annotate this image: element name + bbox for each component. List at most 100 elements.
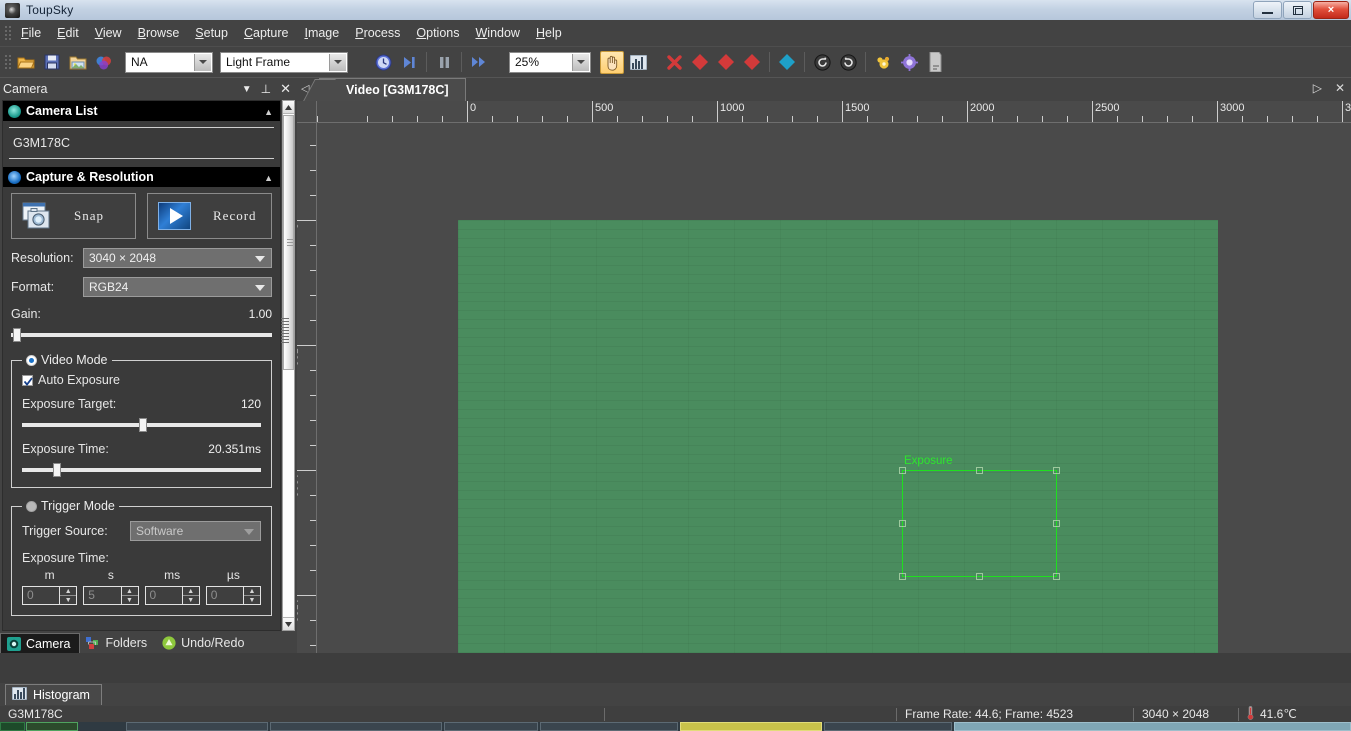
histogram-icon[interactable] [626,51,650,74]
menu-grip-handle[interactable] [3,24,11,42]
trigger-unit-value-0[interactable]: 0 [23,587,59,604]
stepper-down-icon[interactable]: ▼ [244,596,260,604]
close-button[interactable]: × [1313,1,1349,19]
roi-handle-e[interactable] [1053,519,1060,527]
live-video-image[interactable]: Exposure [458,220,1218,653]
rotate-left-icon[interactable] [810,51,834,74]
roi-handle-nw[interactable] [899,467,906,474]
menu-item-window[interactable]: Window [467,23,527,43]
roi-handle-w[interactable] [899,519,906,527]
red-x-icon[interactable] [662,51,686,74]
play-step-icon[interactable] [397,51,421,74]
capture-group-header[interactable]: Capture & Resolution ▲ [3,167,280,187]
exposure-roi-box[interactable]: Exposure [899,455,1060,580]
close-icon[interactable]: ✕ [280,81,291,97]
auto-exposure-row[interactable]: Auto Exposure [22,373,261,387]
red-diamond-icon[interactable] [740,51,764,74]
camera-list-group-header[interactable]: Camera List ▲ [3,101,280,121]
roi-handle-sw[interactable] [899,573,906,580]
menu-item-view[interactable]: View [87,23,130,43]
trigger-unit-spinbox-2[interactable]: 0 ▲ ▼ [144,586,200,605]
video-mode-legend[interactable]: Video Mode [22,353,112,367]
stepper-down-icon[interactable]: ▼ [60,596,76,604]
roi-handle-ne[interactable] [1053,467,1060,474]
trigger-unit-value-2[interactable]: 0 [146,587,182,604]
menu-item-file[interactable]: File [13,23,49,43]
menu-item-edit[interactable]: Edit [49,23,87,43]
trigger-unit-spinbox-0[interactable]: 0 ▲ ▼ [22,586,78,605]
fast-forward-icon[interactable] [467,51,491,74]
exposure-time-slider-thumb[interactable] [53,463,62,477]
chevron-right-icon[interactable]: ▷ [1313,81,1322,95]
camera-list-item-0[interactable]: G3M178C [3,130,280,156]
open-folder-icon[interactable] [14,51,38,74]
rotate-right-icon[interactable] [836,51,860,74]
taskbar-item-2[interactable] [126,722,268,731]
trigger-mode-legend[interactable]: Trigger Mode [22,499,119,513]
taskbar-start[interactable] [0,722,25,731]
trigger-unit-stepper-3[interactable]: ▲ ▼ [243,587,260,604]
resolution-combo[interactable]: 3040 × 2048 [83,248,272,268]
color-balance-icon[interactable] [92,51,116,74]
toolbar-grip-handle[interactable] [3,53,11,71]
dock-tab-undo-redo[interactable]: Undo/Redo [156,633,253,653]
zoom-combo[interactable]: 25% [509,51,591,73]
settings-panel-icon[interactable] [923,51,947,74]
taskbar-item-6[interactable] [824,722,952,731]
format-combo[interactable]: RGB24 [83,277,272,297]
dock-tab-folders[interactable]: Folders [80,633,156,653]
yellow-gear-icon[interactable] [871,51,895,74]
stepper-up-icon[interactable]: ▲ [182,587,199,596]
trigger-unit-value-1[interactable]: 5 [84,587,120,604]
trigger-unit-value-3[interactable]: 0 [207,587,243,604]
menu-item-options[interactable]: Options [408,23,467,43]
binning-combo[interactable]: NA [125,51,213,73]
roi-handle-s[interactable] [975,573,983,580]
roi-handle-n[interactable] [975,467,983,474]
trigger-unit-spinbox-3[interactable]: 0 ▲ ▼ [205,586,261,605]
dock-vertical-scrollbar[interactable] [282,100,295,631]
trigger-unit-spinbox-1[interactable]: 5 ▲ ▼ [83,586,139,605]
save-disk-icon[interactable] [40,51,64,74]
taskbar-tray[interactable] [954,722,1351,731]
scroll-down-arrow[interactable] [283,617,294,630]
stepper-down-icon[interactable]: ▼ [183,596,199,604]
red-diamond-icon[interactable] [714,51,738,74]
minimize-button[interactable] [1253,1,1282,19]
collapse-icon[interactable]: ▲ [264,173,273,183]
exposure-target-slider-thumb[interactable] [139,418,148,432]
restore-button[interactable] [1283,1,1312,19]
exposure-time-slider[interactable] [22,463,261,477]
exposure-target-slider[interactable] [22,418,261,432]
menu-item-process[interactable]: Process [347,23,408,43]
taskbar-item-active[interactable] [680,722,822,731]
stepper-up-icon[interactable]: ▲ [121,587,138,596]
taskbar-item-3[interactable] [270,722,442,731]
trigger-unit-stepper-1[interactable]: ▲ ▼ [120,587,138,604]
clock-icon[interactable] [371,51,395,74]
collapse-icon[interactable]: ▲ [264,107,273,117]
video-mode-radio[interactable] [26,354,37,366]
browse-folder-icon[interactable] [66,51,90,74]
stepper-up-icon[interactable]: ▲ [244,587,260,596]
pause-icon[interactable] [432,51,456,74]
auto-exposure-checkbox[interactable] [22,374,33,386]
menu-item-capture[interactable]: Capture [236,23,296,43]
purple-gear-icon[interactable] [897,51,921,74]
zoom-dropdown-arrow[interactable] [572,53,589,71]
taskbar-item-4[interactable] [444,722,538,731]
pin-icon[interactable]: ⊥ [261,82,271,96]
record-button[interactable]: Record [147,193,272,239]
red-diamond-icon[interactable] [688,51,712,74]
dock-splitter-handle[interactable] [281,318,289,344]
document-tab-video[interactable]: Video [G3M178C] [319,78,466,101]
video-canvas[interactable]: Exposure [317,123,1351,653]
chevron-down-icon[interactable]: ▼ [242,84,252,95]
hand-pan-icon[interactable] [600,50,624,74]
gain-slider[interactable] [11,328,272,342]
dock-tab-camera[interactable]: Camera [0,633,81,653]
trigger-mode-radio[interactable] [26,500,37,512]
histogram-tab[interactable]: Histogram [5,684,102,705]
gain-slider-thumb[interactable] [13,328,21,342]
trigger-unit-stepper-2[interactable]: ▲ ▼ [181,587,199,604]
